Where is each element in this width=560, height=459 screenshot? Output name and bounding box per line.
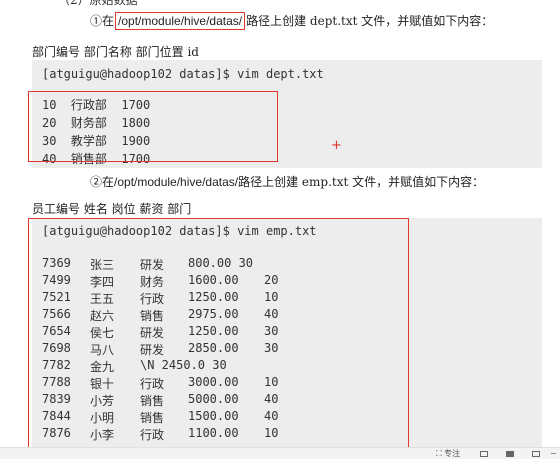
dept-columns-heading: 部门编号 部门名称 部门位置 id bbox=[32, 45, 199, 59]
step2-instruction: ②在/opt/module/hive/datas/路径上创建 emp.txt 文… bbox=[90, 175, 484, 189]
dept-rows-highlight-box bbox=[28, 91, 278, 162]
step1-path-highlight: /opt/module/hive/datas/ bbox=[115, 12, 246, 30]
read-mode-icon[interactable] bbox=[480, 451, 488, 457]
section-heading-cut: （2）原始数据 bbox=[58, 0, 138, 7]
focus-mode-button[interactable]: ⛶ 专注 bbox=[436, 448, 460, 459]
zoom-out-icon[interactable]: − bbox=[550, 448, 557, 459]
emp-highlight-box bbox=[28, 218, 409, 452]
step1-suffix: 路径上创建 dept.txt 文件，并赋值如下内容： bbox=[246, 14, 494, 28]
step1-instruction: ①在/opt/module/hive/datas/路径上创建 dept.txt … bbox=[90, 12, 493, 30]
emp-columns-heading: 员工编号 姓名 岗位 薪资 部门 bbox=[32, 202, 192, 216]
focus-label: 专注 bbox=[444, 449, 461, 458]
dept-command-line: [atguigu@hadoop102 datas]$ vim dept.txt bbox=[42, 67, 324, 81]
status-bar: ⛶ 专注 − bbox=[0, 447, 560, 459]
step2-suffix: 路径上创建 emp.txt 文件，并赋值如下内容： bbox=[238, 175, 485, 189]
step1-prefix: ①在 bbox=[90, 14, 115, 28]
step2-path: /opt/module/hive/datas/ bbox=[114, 175, 239, 189]
document-page: （2）原始数据 ①在/opt/module/hive/datas/路径上创建 d… bbox=[0, 0, 560, 459]
web-layout-icon[interactable] bbox=[532, 451, 540, 457]
step2-prefix: ②在 bbox=[90, 175, 115, 189]
focus-icon: ⛶ bbox=[436, 449, 442, 458]
print-layout-icon[interactable] bbox=[506, 451, 514, 457]
crosshair-cursor-icon: + bbox=[331, 138, 342, 153]
